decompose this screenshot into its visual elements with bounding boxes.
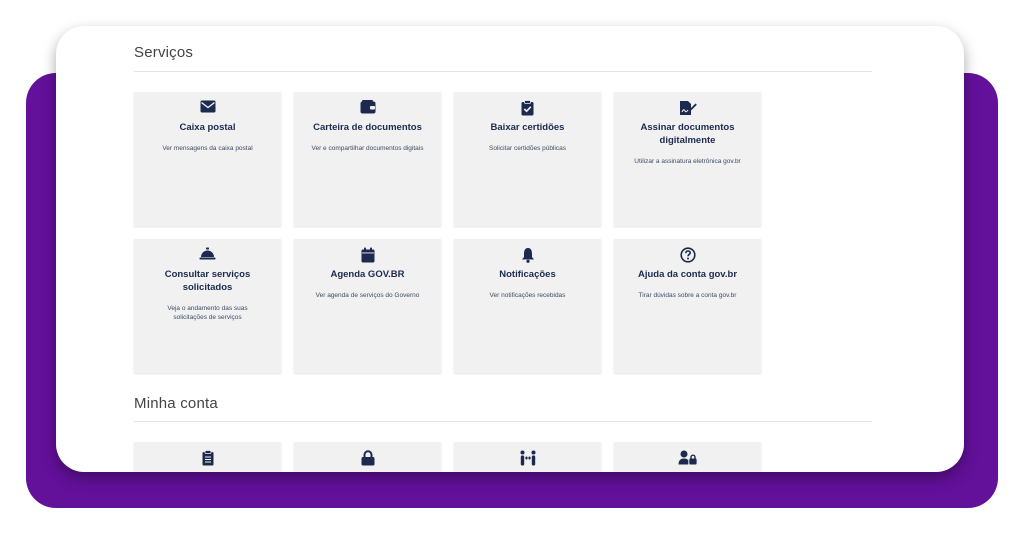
servicos-card-grid: Caixa postal Ver mensagens da caixa post…: [134, 92, 761, 373]
card-title: Notificações: [499, 269, 556, 280]
section-divider-servicos: [134, 71, 872, 72]
card-caixa-postal[interactable]: Caixa postal Ver mensagens da caixa post…: [134, 92, 281, 226]
card-title: Assinar documentos digitalmente: [640, 122, 735, 146]
card-minha-conta-4[interactable]: [614, 442, 761, 472]
card-title: Carteira de documentos: [313, 122, 422, 133]
signature-icon: [624, 100, 751, 116]
card-consultar-servicos[interactable]: Consultar serviços solicitados Veja o an…: [134, 239, 281, 373]
section-title-minha-conta: Minha conta: [134, 395, 218, 412]
section-title-servicos: Serviços: [134, 44, 194, 61]
card-title: Agenda GOV.BR: [330, 269, 405, 280]
card-assinar-documentos[interactable]: Assinar documentos digitalmente Utilizar…: [614, 92, 761, 226]
bell-icon: [464, 247, 591, 263]
card-description: Veja o andamento das suas solicitações d…: [167, 305, 248, 321]
card-agenda-govbr[interactable]: Agenda GOV.BR Ver agenda de serviços do …: [294, 239, 441, 373]
envelope-icon: [144, 100, 271, 116]
section-divider-minha-conta: [134, 421, 872, 422]
service-bell-icon: [144, 247, 271, 263]
stage: Serviços Caixa postal Ver mensagens da c…: [0, 0, 1024, 536]
card-ajuda-conta-govbr[interactable]: Ajuda da conta gov.br Tirar dúvidas sobr…: [614, 239, 761, 373]
question-circle-icon: [624, 247, 751, 263]
main-content: Serviços Caixa postal Ver mensagens da c…: [134, 26, 872, 472]
clipboard-list-icon: [144, 450, 271, 466]
card-description: Tirar dúvidas sobre a conta gov.br: [638, 292, 737, 299]
calendar-icon: [304, 247, 431, 263]
card-baixar-certidoes[interactable]: Baixar certidões Solicitar certidões púb…: [454, 92, 601, 226]
people-exchange-icon: [464, 450, 591, 466]
minha-conta-card-grid: [134, 442, 761, 472]
card-title: Ajuda da conta gov.br: [637, 269, 738, 280]
browser-window: Serviços Caixa postal Ver mensagens da c…: [56, 26, 964, 472]
user-lock-icon: [624, 450, 751, 466]
card-description: Solicitar certidões públicas: [489, 145, 566, 152]
clipboard-check-icon: [464, 100, 591, 116]
wallet-icon: [304, 100, 431, 116]
card-title: Consultar serviços solicitados: [164, 269, 251, 293]
card-notificacoes[interactable]: Notificações Ver notificações recebidas: [454, 239, 601, 373]
card-title: Caixa postal: [179, 122, 236, 133]
card-carteira-de-documentos[interactable]: Carteira de documentos Ver e compartilha…: [294, 92, 441, 226]
card-description: Ver e compartilhar documentos digitais: [311, 145, 424, 152]
lock-icon: [304, 450, 431, 466]
card-minha-conta-3[interactable]: [454, 442, 601, 472]
card-description: Ver mensagens da caixa postal: [162, 145, 253, 152]
card-description: Utilizar a assinatura eletrônica gov.br: [634, 158, 741, 165]
card-minha-conta-2[interactable]: [294, 442, 441, 472]
card-description: Ver agenda de serviços do Governo: [315, 292, 420, 299]
card-minha-conta-1[interactable]: [134, 442, 281, 472]
card-description: Ver notificações recebidas: [489, 292, 566, 299]
card-title: Baixar certidões: [490, 122, 565, 133]
